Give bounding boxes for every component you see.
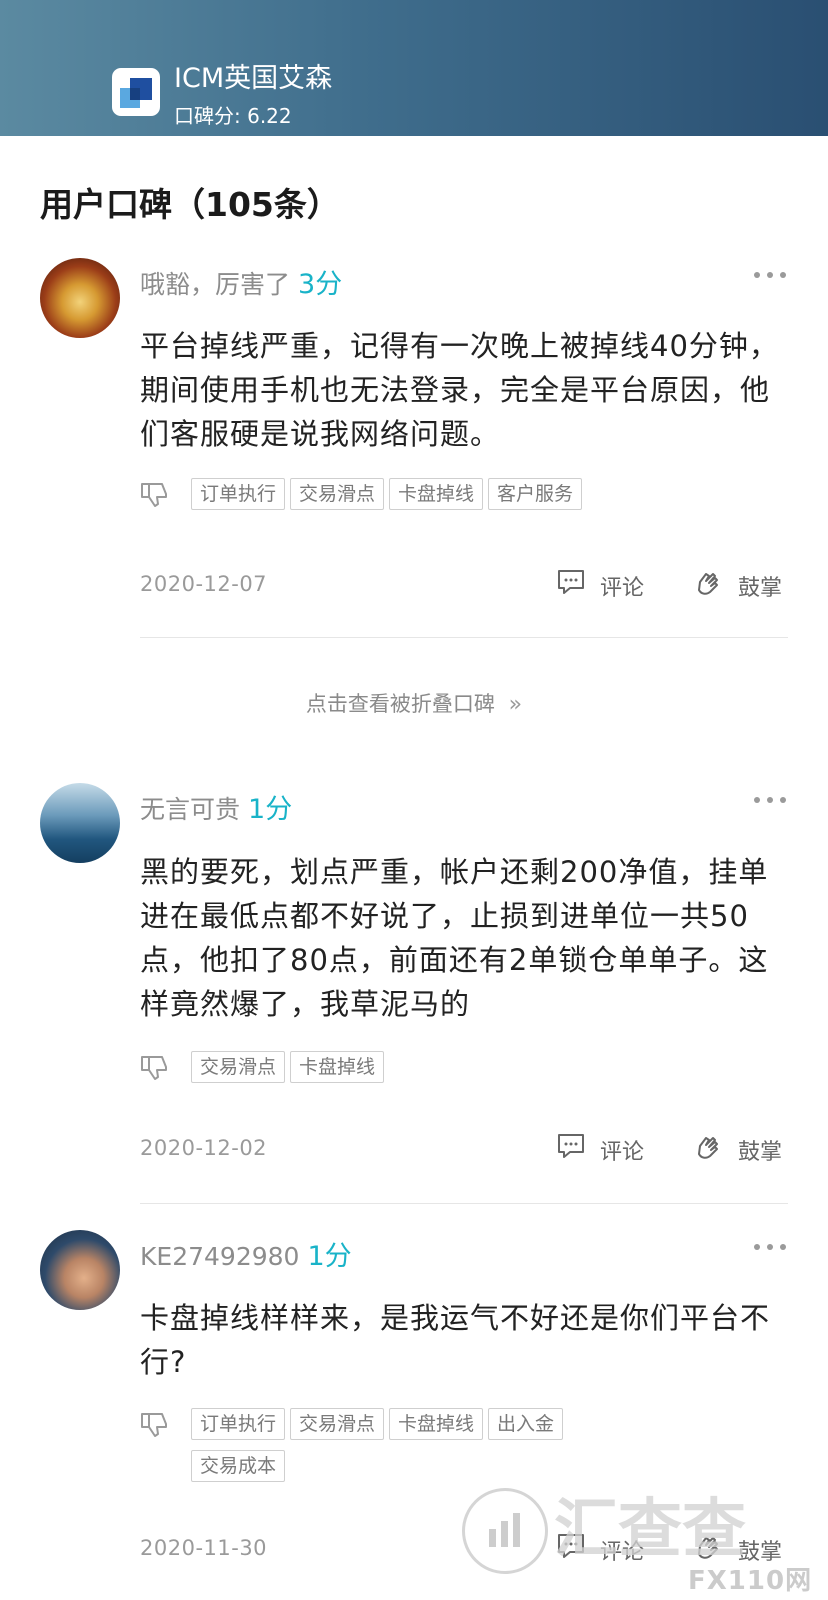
tag[interactable]: 订单执行 [191,1408,286,1440]
tag[interactable]: 卡盘掉线 [389,478,484,510]
broker-header: ICM英国艾森 口碑分: 6.22 [0,0,828,136]
rating: 1分 [248,794,293,825]
tag[interactable]: 客户服务 [488,478,583,510]
tag[interactable]: 交易滑点 [191,1051,286,1083]
tag-list: 交易滑点 卡盘掉线 [191,1051,751,1093]
tag[interactable]: 出入金 [488,1408,564,1440]
comment-label: 评论 [600,1140,645,1165]
fold-link-label: 点击查看被折叠口碑 [305,692,495,716]
tag[interactable]: 卡盘掉线 [290,1051,385,1083]
broker-logo [112,68,160,116]
thumbs-down-icon[interactable] [140,1053,170,1083]
user-name: 哦豁，厉害了 [140,270,291,299]
review-date: 2020-12-07 [140,572,268,596]
review-text: 平台掉线严重，记得有一次晚上被掉线40分钟，期间使用手机也无法登录，完全是平台原… [140,329,779,451]
user-name: KE27492980 [140,1242,300,1271]
watermark-sub: FX110网 [688,1566,813,1596]
comment-icon [558,1134,584,1158]
comment-icon [558,570,584,594]
tag[interactable]: 交易滑点 [290,478,385,510]
rating: 3分 [298,269,343,300]
clap-icon [698,573,718,595]
rating: 1分 [307,1241,352,1272]
review-user[interactable]: KE27492980 1分 [140,1234,352,1273]
review-user[interactable]: 无言可贵 1分 [140,787,292,826]
more-icon[interactable] [754,1242,788,1252]
review-date: 2020-12-02 [140,1136,268,1160]
applaud-label: 鼓掌 [738,576,783,601]
thumbs-down-icon[interactable] [140,1410,170,1440]
section-title: 用户口碑（105条） [40,185,340,224]
review-text: 黑的要死，划点严重，帐户还剩200净值，挂单进在最低点都不好说了，止损到进单位一… [140,855,769,1021]
watermark: 汇查查 FX110网 [462,1478,828,1600]
thumbs-down-icon[interactable] [140,480,170,510]
more-icon[interactable] [754,270,788,280]
divider [140,637,788,638]
avatar[interactable] [40,783,120,863]
user-name: 无言可贵 [140,795,241,824]
tag[interactable]: 卡盘掉线 [389,1408,484,1440]
tag[interactable]: 交易成本 [191,1450,286,1482]
double-chevron-icon: » [501,692,523,717]
avatar[interactable] [40,1230,120,1310]
comment-button[interactable]: 评论 [556,1132,646,1165]
applaud-button[interactable]: 鼓掌 [694,1132,784,1165]
tag-list: 订单执行 交易滑点 卡盘掉线 客户服务 [191,478,751,520]
broker-name: ICM英国艾森 [174,63,333,94]
watermark-brand: 汇查查 [554,1493,746,1567]
review-user[interactable]: 哦豁，厉害了 3分 [140,262,342,301]
show-folded-reviews-link[interactable]: 点击查看被折叠口碑 » [0,688,828,718]
comment-button[interactable]: 评论 [556,568,646,601]
more-icon[interactable] [754,795,788,805]
review-date: 2020-11-30 [140,1536,268,1560]
review-text: 卡盘掉线样样来，是我运气不好还是你们平台不行? [140,1301,771,1379]
divider [140,1203,788,1204]
applaud-button[interactable]: 鼓掌 [694,568,784,601]
watermark-chart-icon [462,1488,548,1574]
broker-score: 口碑分: 6.22 [174,104,292,128]
tag[interactable]: 交易滑点 [290,1408,385,1440]
tag[interactable]: 订单执行 [191,478,286,510]
applaud-label: 鼓掌 [738,1140,783,1165]
clap-icon [698,1137,718,1159]
avatar[interactable] [40,258,120,338]
comment-label: 评论 [600,576,645,601]
